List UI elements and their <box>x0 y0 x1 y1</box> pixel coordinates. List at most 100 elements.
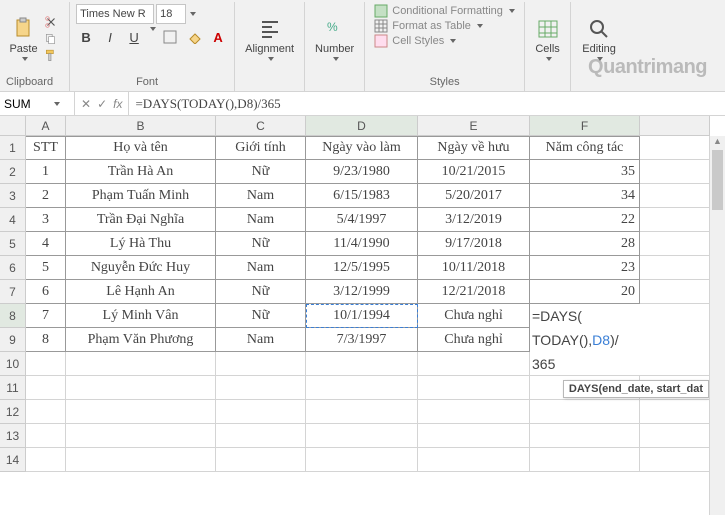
table-header[interactable]: Giới tính <box>216 136 306 160</box>
formula-input[interactable]: =DAYS(TODAY(),D8)/365 <box>129 96 725 112</box>
row-header[interactable]: 2 <box>0 160 26 184</box>
cell[interactable]: 23 <box>530 256 640 280</box>
row-header[interactable]: 1 <box>0 136 26 160</box>
cell[interactable]: Nữ <box>216 160 306 184</box>
table-header[interactable]: STT <box>26 136 66 160</box>
cell[interactable]: 10/21/2015 <box>418 160 530 184</box>
col-header-A[interactable]: A <box>26 116 66 136</box>
cell[interactable]: Nam <box>216 328 306 352</box>
cell[interactable]: 4 <box>26 232 66 256</box>
cell[interactable]: 28 <box>530 232 640 256</box>
cell[interactable]: 6/15/1983 <box>306 184 418 208</box>
col-header-B[interactable]: B <box>66 116 216 136</box>
cell[interactable]: Nữ <box>216 280 306 304</box>
cell[interactable]: 12/21/2018 <box>418 280 530 304</box>
cell-styles-button[interactable]: Cell Styles <box>374 34 456 48</box>
number-button[interactable]: % Number <box>315 17 354 61</box>
cancel-icon[interactable]: ✕ <box>81 97 91 111</box>
cell[interactable]: 8 <box>26 328 66 352</box>
cell[interactable]: Nam <box>216 184 306 208</box>
name-box-input[interactable] <box>4 97 52 111</box>
table-header[interactable]: Ngày về hưu <box>418 136 530 160</box>
cell[interactable]: 2 <box>26 184 66 208</box>
bold-button[interactable]: B <box>76 27 96 47</box>
row-header[interactable]: 3 <box>0 184 26 208</box>
cell[interactable]: Nam <box>216 256 306 280</box>
cell[interactable]: 10/11/2018 <box>418 256 530 280</box>
format-painter-icon[interactable] <box>42 48 60 64</box>
cell[interactable]: 7/3/1997 <box>306 328 418 352</box>
cell[interactable]: Lý Hà Thu <box>66 232 216 256</box>
cell[interactable]: Nguyễn Đức Huy <box>66 256 216 280</box>
conditional-formatting-button[interactable]: Conditional Formatting <box>374 4 515 18</box>
scrollbar-thumb[interactable] <box>712 150 723 210</box>
cell[interactable]: Lê Hạnh An <box>66 280 216 304</box>
row-header[interactable]: 7 <box>0 280 26 304</box>
alignment-button[interactable]: Alignment <box>245 17 294 61</box>
table-header[interactable]: Năm công tác <box>530 136 640 160</box>
cell[interactable]: 3 <box>26 208 66 232</box>
row-header[interactable]: 11 <box>0 376 26 400</box>
select-all-corner[interactable] <box>0 116 26 136</box>
cells-button[interactable]: Cells <box>535 17 559 61</box>
row-header[interactable]: 12 <box>0 400 26 424</box>
cell[interactable]: 9/23/1980 <box>306 160 418 184</box>
cell[interactable]: 9/17/2018 <box>418 232 530 256</box>
format-as-table-button[interactable]: Format as Table <box>374 19 483 33</box>
cell[interactable]: Nam <box>216 208 306 232</box>
enter-icon[interactable]: ✓ <box>97 97 107 111</box>
cell-D8[interactable]: 10/1/1994 <box>306 304 418 328</box>
col-header-E[interactable]: E <box>418 116 530 136</box>
cell[interactable]: Nữ <box>216 304 306 328</box>
col-header-D[interactable]: D <box>306 116 418 136</box>
cell[interactable]: Phạm Tuấn Minh <box>66 184 216 208</box>
worksheet-grid[interactable]: A B C D E F 1 STT Họ và tên Giới tính Ng… <box>0 116 725 515</box>
fill-color-button[interactable] <box>184 27 204 47</box>
fx-icon[interactable]: fx <box>113 97 122 111</box>
cell[interactable]: Trần Hà An <box>66 160 216 184</box>
cell[interactable]: Phạm Văn Phương <box>66 328 216 352</box>
cell[interactable]: 5 <box>26 256 66 280</box>
cell[interactable]: 11/4/1990 <box>306 232 418 256</box>
copy-icon[interactable] <box>42 31 60 47</box>
underline-button[interactable]: U <box>124 27 144 47</box>
cell[interactable]: 6 <box>26 280 66 304</box>
cell[interactable]: 35 <box>530 160 640 184</box>
row-header[interactable]: 4 <box>0 208 26 232</box>
col-header-C[interactable]: C <box>216 116 306 136</box>
cell[interactable]: 34 <box>530 184 640 208</box>
cell[interactable]: 3/12/1999 <box>306 280 418 304</box>
cell[interactable]: Chưa nghỉ <box>418 328 530 352</box>
cell[interactable]: 1 <box>26 160 66 184</box>
cell[interactable]: 20 <box>530 280 640 304</box>
paste-button[interactable]: Paste <box>9 17 37 61</box>
editing-button[interactable]: Editing <box>582 17 616 61</box>
row-header[interactable]: 8 <box>0 304 26 328</box>
table-header[interactable]: Ngày vào làm <box>306 136 418 160</box>
col-header-blank[interactable] <box>640 116 710 136</box>
col-header-F[interactable]: F <box>530 116 640 136</box>
cell[interactable]: Nữ <box>216 232 306 256</box>
cell[interactable]: Lý Minh Vân <box>66 304 216 328</box>
row-header[interactable]: 6 <box>0 256 26 280</box>
font-color-button[interactable]: A <box>208 27 228 47</box>
cell[interactable]: 5/20/2017 <box>418 184 530 208</box>
table-header[interactable]: Họ và tên <box>66 136 216 160</box>
row-header[interactable]: 13 <box>0 424 26 448</box>
font-name-select[interactable]: Times New R <box>76 4 154 24</box>
cell[interactable]: 22 <box>530 208 640 232</box>
vertical-scrollbar[interactable]: ▲ <box>709 136 725 515</box>
cell[interactable]: 5/4/1997 <box>306 208 418 232</box>
row-header[interactable]: 14 <box>0 448 26 472</box>
cell[interactable]: 12/5/1995 <box>306 256 418 280</box>
row-header[interactable]: 9 <box>0 328 26 352</box>
row-header[interactable]: 5 <box>0 232 26 256</box>
cell[interactable]: Chưa nghỉ <box>418 304 530 328</box>
border-button[interactable] <box>160 27 180 47</box>
font-size-select[interactable]: 18 <box>156 4 186 24</box>
cut-icon[interactable] <box>42 14 60 30</box>
row-header[interactable]: 10 <box>0 352 26 376</box>
cell[interactable]: 7 <box>26 304 66 328</box>
cell[interactable]: 3/12/2019 <box>418 208 530 232</box>
cell[interactable]: Trần Đại Nghĩa <box>66 208 216 232</box>
